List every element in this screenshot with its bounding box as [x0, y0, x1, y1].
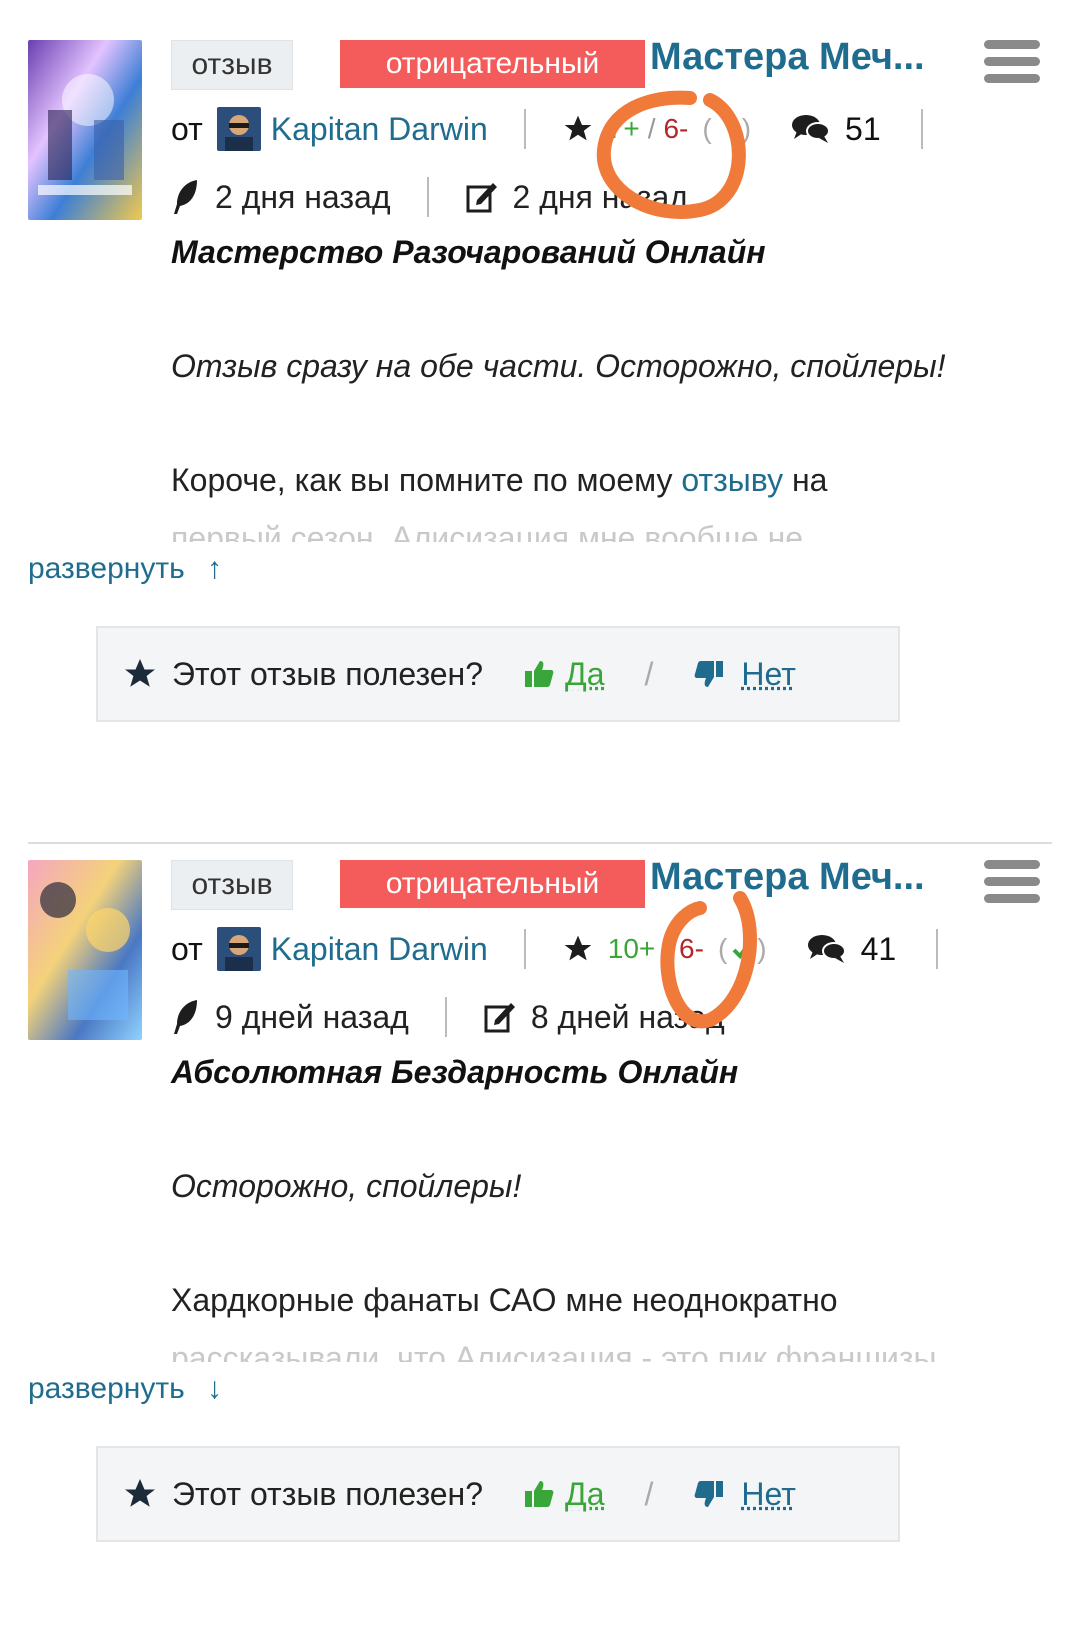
review-type-tag: отзыв	[171, 40, 293, 90]
review-text: Короче, как вы помните по моему отзыву н…	[171, 462, 827, 499]
menu-icon[interactable]	[984, 40, 1040, 86]
posted-date: 2 дня назад	[215, 178, 391, 215]
rating-extra-close: )	[757, 933, 767, 964]
thumbs-down-icon[interactable]	[693, 1478, 725, 1510]
review-text: Хардкорные фанаты САО мне неоднократно	[171, 1282, 838, 1319]
review-faded-text: рассказывали, что Алисизация - это пик ф…	[171, 1340, 937, 1362]
review-divider	[28, 842, 1052, 844]
review-intro: Отзыв сразу на обе части. Осторожно, спо…	[171, 348, 946, 384]
divider	[936, 929, 939, 969]
review-text-part: Короче, как вы помните по моему	[171, 462, 682, 498]
edit-icon	[483, 1000, 517, 1034]
divider	[523, 109, 526, 149]
edit-icon	[465, 180, 499, 214]
expand-label: развернуть	[28, 552, 185, 585]
by-label: от	[171, 930, 203, 967]
star-icon	[562, 933, 594, 965]
menu-icon[interactable]	[984, 860, 1040, 906]
comments-count[interactable]: 41	[861, 931, 897, 968]
by-label: от	[171, 110, 203, 147]
review-inline-link[interactable]: отзыву	[681, 462, 783, 498]
review-faded-text: первый сезон, Алисизация мне вообще не	[171, 520, 804, 542]
review-intro: Осторожно, спойлеры!	[171, 1168, 522, 1204]
no-button[interactable]: Нет	[741, 656, 796, 693]
rating-plus: 7+	[607, 113, 640, 144]
divider	[426, 177, 429, 217]
review-heading: Мастерство Разочарований Онлайн	[171, 234, 766, 270]
edited-date: 8 дней назад	[530, 998, 725, 1035]
review-text-part: на	[783, 462, 828, 498]
yes-button[interactable]: Да	[565, 1476, 604, 1513]
sentiment-tag: отрицательный	[340, 40, 645, 88]
author-link[interactable]: Kapitan Darwin	[271, 111, 488, 148]
expand-link[interactable]: развернуть ↑	[28, 552, 222, 586]
star-icon	[122, 656, 158, 692]
arrow-icon: ↑	[207, 552, 223, 585]
rating-separator: /	[663, 933, 672, 964]
posted-date: 9 дней назад	[215, 998, 409, 1035]
no-button[interactable]: Нет	[741, 1476, 796, 1513]
review-heading: Абсолютная Бездарность Онлайн	[171, 1054, 739, 1090]
sentiment-tag: отрицательный	[340, 860, 645, 908]
divider	[444, 997, 447, 1037]
review-type-tag: отзыв	[171, 860, 293, 910]
avatar[interactable]	[216, 107, 261, 151]
helpful-box: Этот отзыв полезен? Да / Нет	[96, 626, 900, 722]
vote-separator: /	[644, 655, 654, 692]
author-link[interactable]: Kapitan Darwin	[271, 931, 488, 968]
comments-icon[interactable]	[791, 113, 831, 145]
rating-extra-close: )	[741, 113, 752, 144]
avatar[interactable]	[216, 927, 261, 971]
thumbs-down-icon[interactable]	[693, 658, 725, 690]
rating-extra-open: (	[702, 113, 712, 144]
comments-icon[interactable]	[807, 933, 847, 965]
rating-minus: 6-	[679, 933, 704, 964]
anime-poster[interactable]	[28, 860, 142, 1040]
anime-title-link[interactable]: Мастера Меч...	[650, 856, 940, 899]
rating-minus: 6-	[663, 113, 689, 144]
divider	[523, 929, 526, 969]
helpful-box: Этот отзыв полезен? Да / Нет	[96, 1446, 900, 1542]
thumbs-up-icon[interactable]	[523, 1478, 555, 1510]
thumbs-up-icon[interactable]	[523, 658, 555, 690]
expand-label: развернуть	[28, 1372, 185, 1405]
star-icon	[122, 1476, 158, 1512]
review-meta: от Kapitan Darwin 7+ / 6- ( ) 51	[171, 104, 959, 154]
review-dates: 2 дня назад 2 дня назад	[171, 172, 688, 222]
feather-icon	[171, 998, 201, 1036]
anime-poster[interactable]	[28, 40, 142, 220]
helpful-question: Этот отзыв полезен?	[172, 655, 484, 692]
rating-plus: 10+	[607, 933, 656, 964]
review-text-part: Хардкорные фанаты САО мне неоднократно	[171, 1282, 838, 1318]
arrow-icon: ↓	[207, 1372, 223, 1405]
rating-extra-open: (	[717, 933, 728, 964]
comments-count[interactable]: 51	[845, 111, 881, 148]
edited-date: 2 дня назад	[512, 178, 689, 215]
helpful-question: Этот отзыв полезен?	[172, 1475, 484, 1512]
expand-link[interactable]: развернуть ↓	[28, 1372, 222, 1406]
review-dates: 9 дней назад 8 дней назад	[171, 992, 725, 1042]
check-icon	[727, 938, 757, 960]
review-meta: от Kapitan Darwin 10+ / 6- ( ) 41	[171, 924, 974, 974]
rating-separator: /	[647, 113, 656, 144]
feather-icon	[171, 178, 201, 216]
vote-separator: /	[644, 1475, 654, 1512]
yes-button[interactable]: Да	[565, 656, 604, 693]
anime-title-link[interactable]: Мастера Меч...	[650, 36, 940, 79]
divider	[920, 109, 923, 149]
star-icon	[562, 113, 594, 145]
